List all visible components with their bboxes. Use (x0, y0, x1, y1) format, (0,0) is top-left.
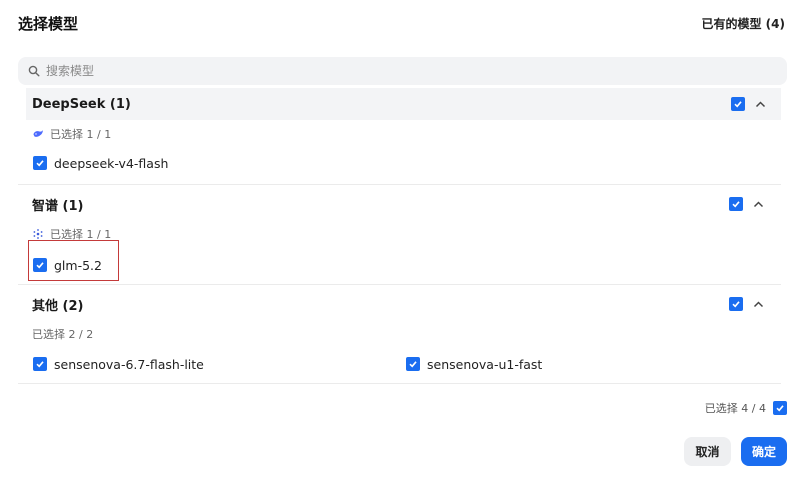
group-zhipu: 智谱 (1) 已选择 1 / 1 glm-5.2 (18, 188, 787, 277)
group-title: DeepSeek (1) (32, 96, 131, 112)
cancel-button[interactable]: 取消 (684, 437, 731, 466)
group-select-all-checkbox[interactable] (729, 297, 743, 311)
model-item[interactable]: glm-5.2 (33, 258, 102, 273)
model-name: deepseek-v4-flash (54, 155, 169, 171)
group-title: 智谱 (1) (32, 198, 84, 214)
chevron-up-icon[interactable] (751, 297, 765, 311)
selection-summary: 已选择 4 / 4 (705, 400, 787, 416)
dialog-title: 选择模型 (18, 15, 79, 33)
group-header-deepseek[interactable]: DeepSeek (1) (26, 88, 781, 120)
search-input[interactable] (46, 64, 746, 78)
search-icon (28, 62, 40, 81)
divider (18, 284, 781, 285)
group-deepseek: DeepSeek (1) 已选择 1 / 1 deepseek-v4-flash (18, 88, 787, 175)
model-name: sensenova-u1-fast (427, 356, 543, 372)
model-name: sensenova-6.7-flash-lite (54, 356, 204, 372)
model-item[interactable]: sensenova-6.7-flash-lite (33, 357, 204, 372)
selected-count: 已选择 1 / 1 (18, 224, 787, 244)
model-checkbox[interactable] (33, 258, 47, 272)
group-title: 其他 (2) (32, 298, 84, 314)
model-checkbox[interactable] (33, 156, 47, 170)
group-other: 其他 (2) 已选择 2 / 2 sensenova-6.7-flash-lit… (18, 288, 787, 376)
group-select-all-checkbox[interactable] (729, 197, 743, 211)
group-header-zhipu[interactable]: 智谱 (1) (18, 188, 787, 220)
deepseek-whale-icon (32, 128, 44, 140)
confirm-button[interactable]: 确定 (741, 437, 787, 466)
search-bar[interactable] (18, 57, 787, 85)
model-name: glm-5.2 (54, 257, 102, 273)
summary-text: 已选择 4 / 4 (704, 402, 766, 415)
owned-models-label[interactable]: 已有的模型 (4) (702, 15, 786, 32)
selected-count-text: 已选择 2 / 2 (32, 328, 94, 341)
model-item[interactable]: deepseek-v4-flash (33, 156, 168, 171)
zhipu-icon (32, 228, 44, 240)
divider (18, 383, 781, 384)
group-select-all-checkbox[interactable] (731, 97, 745, 111)
selected-count: 已选择 1 / 1 (18, 124, 787, 144)
select-all-checkbox[interactable] (773, 401, 787, 415)
group-header-other[interactable]: 其他 (2) (18, 288, 787, 320)
selected-count-text: 已选择 1 / 1 (50, 128, 112, 141)
divider (18, 184, 781, 185)
model-checkbox[interactable] (33, 357, 47, 371)
selected-count-text: 已选择 1 / 1 (50, 228, 112, 241)
model-item[interactable]: sensenova-u1-fast (406, 357, 542, 372)
model-checkbox[interactable] (406, 357, 420, 371)
chevron-up-icon[interactable] (753, 97, 767, 111)
chevron-up-icon[interactable] (751, 197, 765, 211)
selected-count: 已选择 2 / 2 (18, 324, 787, 344)
